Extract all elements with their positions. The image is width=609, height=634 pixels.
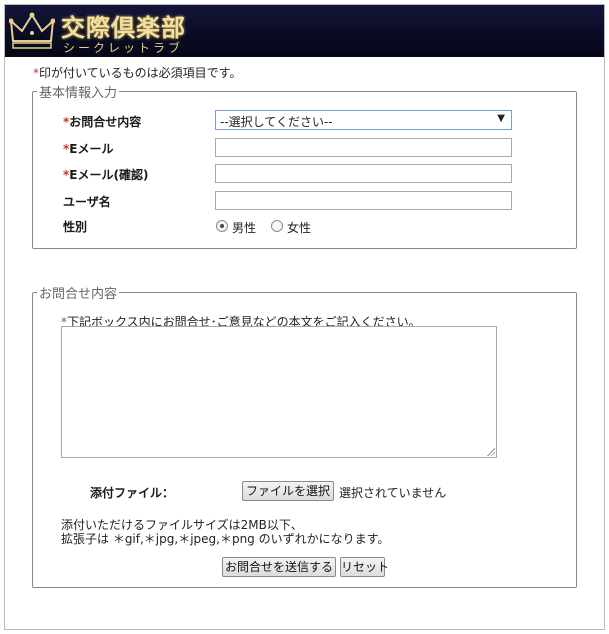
brand-title: 交際倶楽部 bbox=[61, 13, 186, 42]
inquiry-type-select[interactable]: --選択してください-- ▼ bbox=[215, 110, 512, 130]
username-field[interactable] bbox=[215, 191, 512, 210]
submit-button[interactable]: お問合せを送信する bbox=[222, 557, 336, 577]
header-banner: 交際倶楽部 シークレットラブ bbox=[5, 5, 604, 57]
username-label: ユーザ名 bbox=[63, 195, 111, 209]
gender-female-radio[interactable] bbox=[271, 220, 283, 232]
resize-grip-icon[interactable] bbox=[487, 448, 495, 456]
required-note-text: 印が付いているものは必須項目です。 bbox=[39, 66, 242, 80]
inquiry-body-textarea[interactable] bbox=[61, 326, 497, 458]
file-extension-note: 拡張子は ＊gif,＊jpg,＊jpeg,＊png のいずれかになります。 bbox=[61, 532, 390, 546]
email-confirm-field[interactable] bbox=[215, 164, 512, 183]
email-label: *Eメール bbox=[63, 142, 114, 156]
gender-label: 性別 bbox=[63, 220, 88, 234]
gender-female-label[interactable]: 女性 bbox=[287, 219, 311, 236]
required-note: *印が付いているものは必須項目です。 bbox=[33, 64, 241, 81]
email-field[interactable] bbox=[215, 138, 512, 157]
reset-button[interactable]: リセット bbox=[340, 557, 389, 577]
inquiry-type-label: *お問合せ内容 bbox=[63, 115, 142, 129]
gender-male-radio[interactable] bbox=[216, 220, 228, 232]
attachment-label: 添付ファイル： bbox=[90, 486, 175, 500]
dropdown-arrow-icon: ▼ bbox=[497, 113, 505, 124]
no-file-text: 選択されていません bbox=[339, 486, 447, 500]
brand-subtitle: シークレットラブ bbox=[63, 41, 184, 55]
inquiry-type-value: --選択してください-- bbox=[220, 115, 333, 129]
choose-file-button[interactable]: ファイルを選択 bbox=[242, 481, 334, 501]
gender-male-label[interactable]: 男性 bbox=[232, 219, 256, 236]
crown-icon bbox=[9, 12, 55, 49]
email-confirm-label: *Eメール(確認) bbox=[63, 168, 149, 182]
inquiry-legend: お問合せ内容 bbox=[39, 287, 118, 302]
basic-info-legend: 基本情報入力 bbox=[39, 86, 118, 101]
